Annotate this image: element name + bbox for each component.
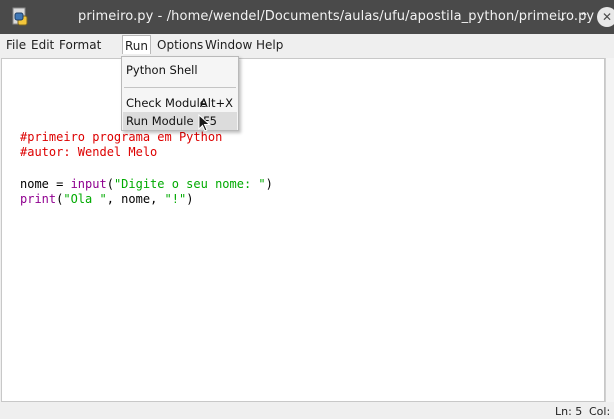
menu-item-python-shell[interactable]: Python Shell: [123, 61, 237, 79]
menu-help[interactable]: Help: [256, 38, 283, 52]
code-token-string: "Ola ": [63, 192, 107, 206]
code-token: ): [186, 192, 194, 206]
run-menu-dropdown: Python Shell Check Module Alt+X Run Modu…: [121, 56, 239, 131]
status-bar: Ln: 5 Col: 0: [0, 402, 614, 419]
menu-item-label: Check Module: [126, 96, 207, 110]
code-line-4: print("Ola ", nome, "!"): [20, 192, 193, 207]
mouse-pointer-icon: [198, 114, 211, 132]
menu-window[interactable]: Window: [205, 38, 252, 52]
code-token: nome =: [20, 177, 71, 191]
title-bar[interactable]: primeiro.py - /home/wendel/Documents/aul…: [0, 0, 614, 34]
menu-format[interactable]: Format: [59, 38, 101, 52]
minimize-button[interactable]: ⌄: [554, 9, 570, 25]
vertical-scrollbar[interactable]: [605, 58, 614, 402]
window-title: primeiro.py - /home/wendel/Documents/aul…: [78, 9, 614, 24]
code-token: , nome,: [106, 192, 165, 206]
close-button[interactable]: ✕: [597, 7, 614, 27]
menu-run[interactable]: Run: [122, 35, 152, 54]
menu-options[interactable]: Options: [157, 38, 203, 52]
code-line-1: #primeiro programa em Python: [20, 130, 223, 144]
idle-editor-window: primeiro.py - /home/wendel/Documents/aul…: [0, 0, 614, 419]
menu-item-check-module[interactable]: Check Module Alt+X: [123, 94, 237, 112]
code-line-2: #autor: Wendel Melo: [20, 145, 158, 159]
code-token: (: [106, 177, 114, 191]
menu-file[interactable]: File: [6, 38, 26, 52]
code-token-builtin: print: [20, 192, 57, 206]
code-token-string: "!": [164, 192, 187, 206]
maximize-button[interactable]: ⌃: [576, 9, 592, 25]
python-idle-icon: [12, 7, 28, 26]
menu-item-shortcut: Alt+X: [199, 96, 233, 110]
code-token: ): [265, 177, 273, 191]
line-number-indicator: Ln: 5: [555, 405, 583, 418]
code-token-string: "Digite o seu nome: ": [113, 177, 266, 191]
menu-item-label: Python Shell: [126, 63, 198, 77]
menu-separator: [124, 87, 236, 88]
menu-item-label: Run Module: [126, 114, 194, 128]
menu-item-run-module[interactable]: Run Module F5: [123, 112, 237, 130]
code-line-3: nome = input("Digite o seu nome: "): [20, 177, 273, 192]
menu-bar: File Edit Format Run Options Window Help: [0, 34, 614, 57]
code-editor[interactable]: #primeiro programa em Python #autor: Wen…: [1, 58, 605, 402]
menu-edit[interactable]: Edit: [31, 38, 54, 52]
code-token-builtin: input: [70, 177, 107, 191]
column-indicator: Col: 0: [589, 405, 614, 418]
